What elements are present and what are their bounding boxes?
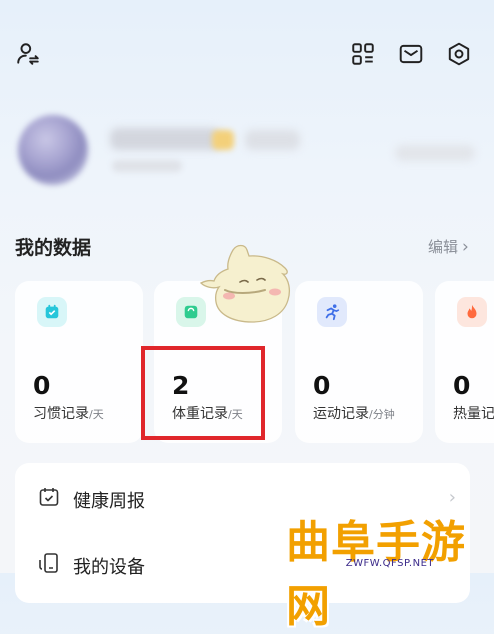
habit-label: 习惯记录/天 xyxy=(33,406,104,422)
settings-icon[interactable] xyxy=(445,40,473,68)
watermark: 曲阜手游网 ZWFW.QFSP.NET xyxy=(286,500,494,632)
habit-unit: /天 xyxy=(89,408,104,421)
tag-blurred xyxy=(245,130,300,150)
habit-value: 0 xyxy=(33,371,51,400)
exercise-value: 0 xyxy=(313,371,331,400)
edit-label: 编辑 xyxy=(428,238,459,256)
watermark-url: ZWFW.QFSP.NET xyxy=(345,558,434,569)
habit-icon xyxy=(37,297,67,327)
section-title: 我的数据 xyxy=(15,237,92,259)
health-report-label: 健康周报 xyxy=(73,490,145,512)
run-icon xyxy=(317,297,347,327)
username-blurred xyxy=(110,128,220,150)
mail-icon[interactable] xyxy=(397,40,425,68)
subtitle-blurred xyxy=(112,160,182,172)
device-icon xyxy=(37,551,61,580)
calendar-icon xyxy=(37,485,61,514)
avatar[interactable] xyxy=(18,115,88,185)
highlight-box xyxy=(141,346,265,440)
exercise-card[interactable]: 0 运动记录/分钟 xyxy=(295,281,423,443)
my-devices-label: 我的设备 xyxy=(73,556,145,578)
calorie-card[interactable]: 0 热量记 xyxy=(435,281,494,443)
habit-card[interactable]: 0 习惯记录/天 xyxy=(15,281,143,443)
level-badge-blurred xyxy=(212,130,234,150)
my-devices-item[interactable]: 我的设备 xyxy=(37,551,145,580)
exercise-label: 运动记录/分钟 xyxy=(313,406,395,422)
grid-icon[interactable] xyxy=(349,40,377,68)
flame-icon xyxy=(457,297,487,327)
chevron-right-icon: › xyxy=(462,236,469,257)
watermark-text: 曲阜手游网 xyxy=(286,517,466,632)
profile-switch-icon[interactable] xyxy=(14,40,42,68)
mascot-image xyxy=(195,242,300,334)
edit-link[interactable]: 编辑 › xyxy=(428,236,469,257)
calorie-label: 热量记 xyxy=(453,406,494,422)
health-report-item[interactable]: 健康周报 xyxy=(37,485,145,514)
calorie-value: 0 xyxy=(453,371,471,400)
exercise-unit: /分钟 xyxy=(369,408,395,421)
profile-link-blurred[interactable] xyxy=(395,145,475,161)
